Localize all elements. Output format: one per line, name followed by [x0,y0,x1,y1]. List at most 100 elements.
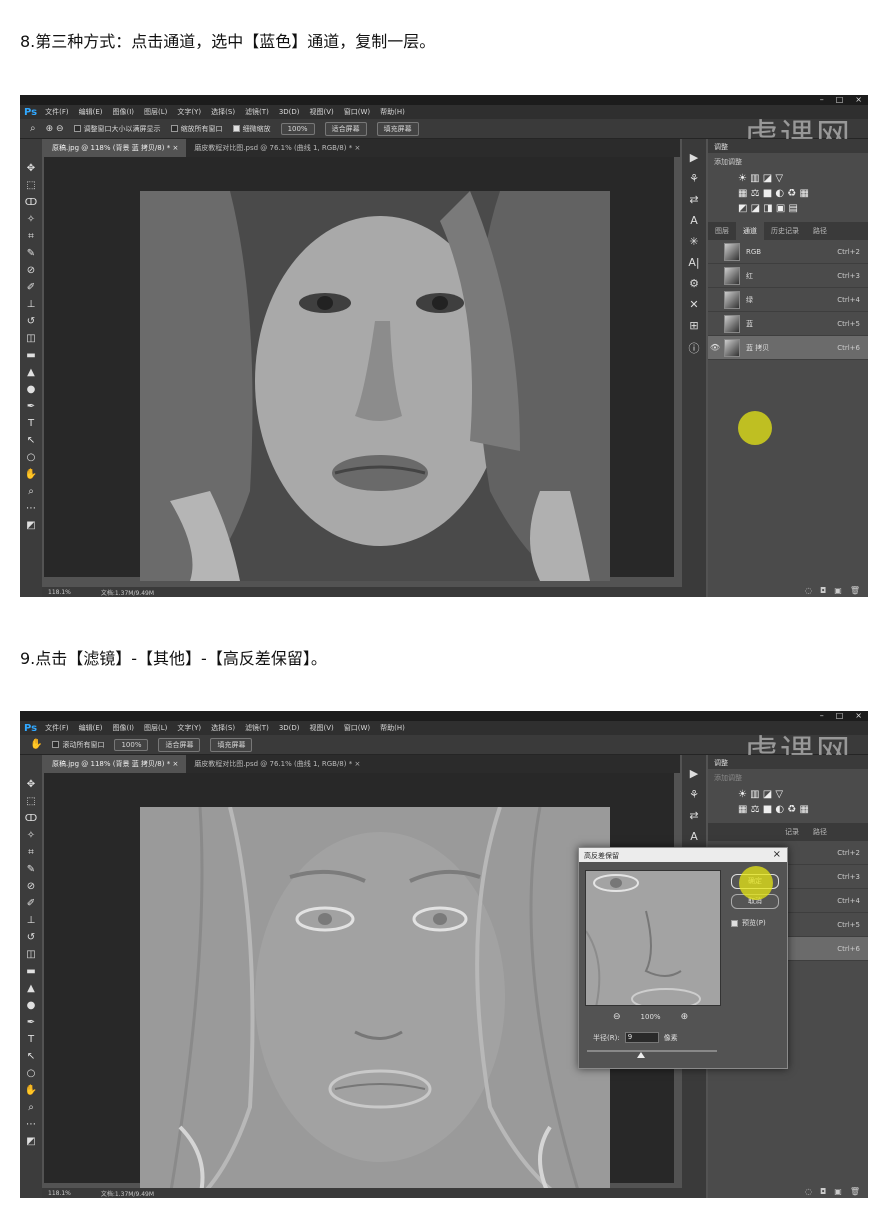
menu-type[interactable]: 文字(Y) [177,107,201,117]
minimize-button[interactable]: – [820,95,824,104]
menu-image[interactable]: 图像(I) [113,107,135,117]
zoom-in-icon[interactable]: ⊕ ⊖ [46,124,64,134]
adjustment-icons-row[interactable]: ☀ ▥ ◪ ▽ [708,787,868,802]
zoom-tool-icon[interactable]: ⌕ [28,486,34,498]
tab-comparison[interactable]: 磨皮教程对比图.psd @ 76.1% (曲线 1, RGB/8) * × [186,139,368,157]
tab-channels[interactable]: 通道 [736,222,764,240]
lasso-tool-icon[interactable]: ↀ [25,813,37,825]
eraser-icon[interactable]: ◫ [26,949,35,961]
delete-channel-icon[interactable]: 🗑 [850,586,860,595]
path-select-icon[interactable]: ↖ [27,1051,35,1063]
zoom-in-icon[interactable]: ⊕ [681,1012,689,1022]
stamp-tool-icon[interactable]: ⊥ [27,299,36,311]
channel-row-red[interactable]: 红 Ctrl+3 [708,264,868,288]
fit-screen-button[interactable]: 适合屏幕 [324,121,367,136]
marquee-tool-icon[interactable]: ⬚ [26,796,35,808]
preview-option[interactable]: 预览(P) [731,918,766,928]
dodge-tool-icon[interactable]: ● [27,1000,36,1012]
preview-checkbox[interactable] [731,919,738,927]
menu-type[interactable]: 文字(Y) [177,723,201,733]
zoom-out-icon[interactable]: ⊖ [613,1012,621,1022]
load-selection-icon[interactable]: ◌ [805,1187,812,1196]
resize-windows-option[interactable]: 调整窗口大小以满屏显示 [73,124,161,134]
tab-original[interactable]: 原稿.jpg @ 118% (背景 蓝 拷贝/8) * × [44,139,187,157]
info-icon[interactable]: ⓘ [689,340,700,356]
radius-slider[interactable] [587,1050,717,1058]
paragraph-icon[interactable]: A| [688,256,699,269]
slider-knob[interactable] [637,1052,645,1058]
resize-windows-checkbox[interactable] [73,125,81,132]
brush-tool-icon[interactable]: ✐ [27,282,35,294]
tool-preset-icon[interactable]: ✳ [689,235,698,248]
brush-tool-icon[interactable]: ✐ [27,898,35,910]
menu-edit[interactable]: 编辑(E) [79,723,103,733]
menu-3d[interactable]: 3D(D) [279,724,300,732]
swap-icon[interactable]: ⇄ [689,193,698,206]
tab-paths[interactable]: 路径 [806,222,834,240]
tab-close-icon[interactable]: × [172,760,178,768]
adjustment-icons-row[interactable]: ▦ ⚖ ■ ◐ ♻ ▦ [708,802,868,817]
move-tool-icon[interactable]: ✥ [27,163,35,175]
scroll-all-option[interactable]: 滚动所有窗口 [52,740,104,750]
pen-tool-icon[interactable]: ✒ [27,1017,35,1029]
pen-tool-icon[interactable]: ✒ [27,401,35,413]
eyedropper-icon[interactable]: ✎ [27,248,35,260]
marquee-tool-icon[interactable]: ⬚ [26,180,35,192]
menu-view[interactable]: 视图(V) [310,107,334,117]
blur-tool-icon[interactable]: ▲ [27,367,35,379]
crop-tool-icon[interactable]: ⌗ [28,847,34,859]
tab-original[interactable]: 原稿.jpg @ 118% (背景 蓝 拷贝/8) * × [44,755,187,773]
menu-select[interactable]: 选择(S) [211,107,235,117]
radius-input[interactable]: 9 [624,1032,659,1043]
tab-history[interactable]: 记录 [778,823,806,841]
magic-wand-icon[interactable]: ✧ [27,214,35,226]
dialog-close-icon[interactable]: × [773,849,781,860]
eyedropper-icon[interactable]: ✎ [27,864,35,876]
menu-layer[interactable]: 图层(L) [144,107,167,117]
menu-file[interactable]: 文件(F) [45,723,69,733]
dodge-tool-icon[interactable]: ● [27,384,36,396]
adjustment-icons-row[interactable]: ▦ ⚖ ■ ◐ ♻ ▦ [708,186,868,201]
tab-layers[interactable]: 图层 [708,222,736,240]
gradient-icon[interactable]: ▬ [26,350,35,362]
save-selection-icon[interactable]: ◘ [820,586,826,595]
play-icon[interactable]: ▶ [690,151,698,164]
blur-tool-icon[interactable]: ▲ [27,983,35,995]
menu-window[interactable]: 窗口(W) [344,107,370,117]
eraser-icon[interactable]: ◫ [26,333,35,345]
menu-help[interactable]: 帮助(H) [380,107,405,117]
type-tool-icon[interactable]: T [28,418,34,430]
new-channel-icon[interactable]: ▣ [834,586,842,595]
menu-filter[interactable]: 滤镜(T) [245,107,269,117]
scroll-all-checkbox[interactable] [52,741,60,748]
character-icon[interactable]: A [690,830,698,843]
eye-icon[interactable]: 👁 [708,343,722,352]
fit-screen-button[interactable]: 适合屏幕 [158,737,201,752]
filter-preview[interactable] [585,870,721,1006]
load-selection-icon[interactable]: ◌ [805,586,812,595]
shape-tool-icon[interactable]: ○ [27,452,36,464]
menu-select[interactable]: 选择(S) [211,723,235,733]
fill-screen-button[interactable]: 填充屏幕 [376,121,419,136]
swap-icon[interactable]: ⇄ [689,809,698,822]
menu-help[interactable]: 帮助(H) [380,723,405,733]
zoom-tool-icon[interactable]: ⌕ [30,123,36,134]
adjustment-icons-row[interactable]: ◩ ◪ ◨ ▣ ▤ [708,201,868,216]
tab-paths[interactable]: 路径 [806,823,834,841]
brush-preset-icon[interactable]: ⚘ [689,172,699,185]
scrubby-zoom-option[interactable]: 细微缩放 [232,124,271,134]
maximize-button[interactable]: □ [836,711,844,720]
stamp-tool-icon[interactable]: ⊥ [27,915,36,927]
lasso-tool-icon[interactable]: ↀ [25,197,37,209]
history-brush-icon[interactable]: ↺ [27,932,35,944]
channel-row-green[interactable]: 绿 Ctrl+4 [708,288,868,312]
hand-tool-icon[interactable]: ✋ [25,469,37,481]
tab-close-icon[interactable]: × [354,760,360,768]
maximize-button[interactable]: □ [836,95,844,104]
menu-3d[interactable]: 3D(D) [279,108,300,116]
layer-comps-icon[interactable]: ⊞ [689,319,698,332]
more-tools-icon[interactable]: ⋯ [26,503,36,515]
menu-view[interactable]: 视图(V) [310,723,334,733]
channel-row-rgb[interactable]: RGB Ctrl+2 [708,240,868,264]
menu-image[interactable]: 图像(I) [113,723,135,733]
